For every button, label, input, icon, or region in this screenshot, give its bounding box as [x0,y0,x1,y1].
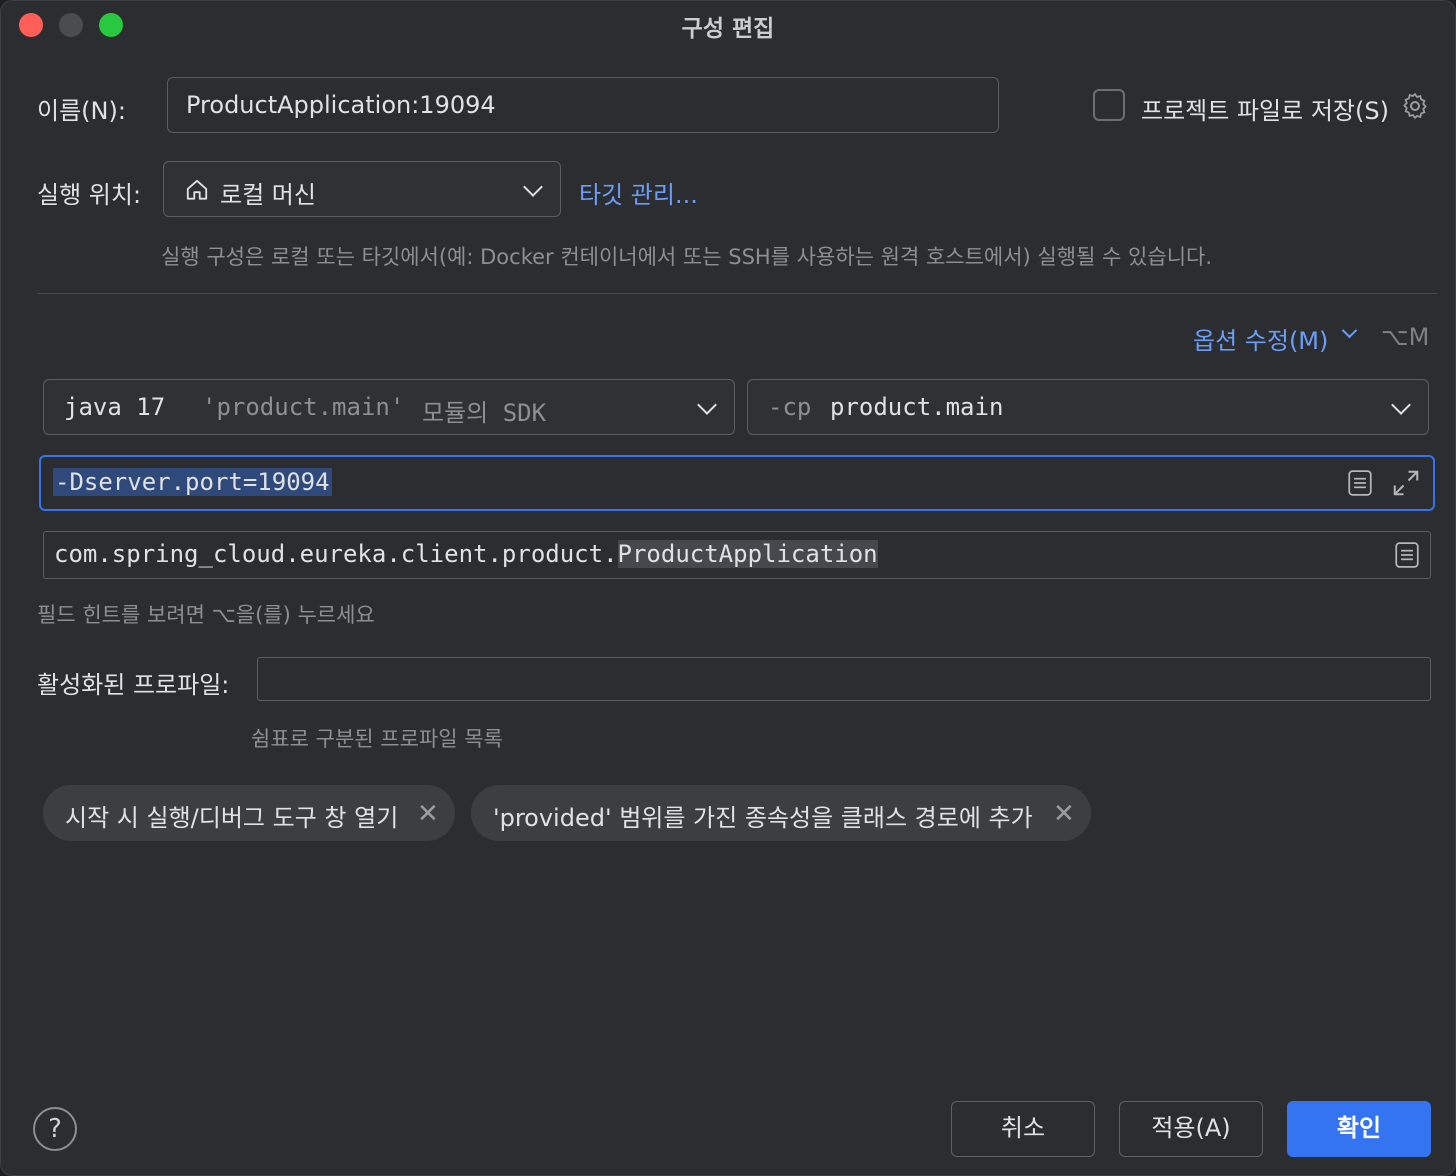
chevron-down-icon [1391,395,1411,415]
profiles-label: 활성화된 프로파일: [37,671,230,699]
run-on-dropdown[interactable]: 로컬 머신 [163,161,561,217]
chevron-down-icon [697,395,717,415]
name-value: ProductApplication:19094 [186,91,496,119]
jdk-dropdown[interactable]: java 17 'product.main' 모듈의 SDK [43,379,735,435]
close-icon[interactable]: ✕ [417,799,439,829]
close-icon[interactable]: ✕ [1053,799,1075,829]
name-input[interactable]: ProductApplication:19094 [167,77,999,133]
browse-class-icon[interactable] [1394,541,1420,569]
gear-icon[interactable] [1400,91,1430,121]
name-label: 이름(N): [37,97,126,125]
option-chip-label: 'provided' 범위를 가진 종속성을 클래스 경로에 추가 [493,804,1033,832]
classpath-flag: -cp [768,393,812,421]
section-divider [37,293,1437,294]
edit-configuration-dialog: 구성 편집 이름(N): ProductApplication:19094 프로… [0,0,1456,1176]
jdk-module: 'product.main' [202,393,405,421]
field-hint: 필드 힌트를 보려면 ⌥을(를) 누르세요 [37,603,375,627]
title-bar: 구성 편집 [1,1,1455,49]
modify-options-link[interactable]: 옵션 수정(M) [1193,321,1328,356]
jdk-java: java 17 [64,393,166,421]
chevron-down-icon [523,177,543,197]
vm-options-value: -Dserver.port=19094 [53,468,332,496]
apply-button[interactable]: 적용(A) [1119,1101,1263,1157]
manage-targets-link[interactable]: 타깃 관리... [579,175,698,210]
option-chip-label: 시작 시 실행/디버그 도구 창 열기 [65,804,399,832]
run-on-value: 로컬 머신 [220,181,316,209]
store-project-label: 프로젝트 파일로 저장(S) [1141,97,1389,125]
chevron-down-icon [1341,322,1358,339]
classpath-value: product.main [830,393,1004,421]
store-project-checkbox[interactable] [1093,89,1125,121]
option-chip[interactable]: 시작 시 실행/디버그 도구 창 열기 ✕ [43,785,455,841]
main-class-package: com.spring_cloud.eureka.client.product. [54,540,618,568]
ok-button[interactable]: 확인 [1287,1101,1431,1157]
vm-options-input[interactable]: -Dserver.port=19094 [39,455,1435,511]
cancel-button[interactable]: 취소 [951,1101,1095,1157]
profiles-input[interactable] [257,657,1431,701]
jdk-suffix: 모듈의 SDK [422,399,547,427]
run-on-label: 실행 위치: [37,181,142,209]
home-icon [186,179,208,200]
main-class-name: ProductApplication [617,540,878,568]
maximize-icon[interactable] [1391,468,1421,498]
main-class-input[interactable]: com.spring_cloud.eureka.client.product.P… [43,531,1431,579]
window-title: 구성 편집 [681,16,775,42]
option-chip[interactable]: 'provided' 범위를 가진 종속성을 클래스 경로에 추가 ✕ [471,785,1091,841]
classpath-dropdown[interactable]: -cp product.main [747,379,1429,435]
modify-options-shortcut: ⌥M [1381,323,1430,351]
expand-text-icon[interactable] [1347,469,1373,497]
main-class-value: com.spring_cloud.eureka.client.product.P… [54,540,878,568]
run-on-hint: 실행 구성은 로컬 또는 타깃에서(예: Docker 컨테이너에서 또는 SS… [161,245,1213,269]
profiles-hint: 쉼표로 구분된 프로파일 목록 [251,727,503,751]
help-button[interactable]: ? [33,1107,77,1151]
